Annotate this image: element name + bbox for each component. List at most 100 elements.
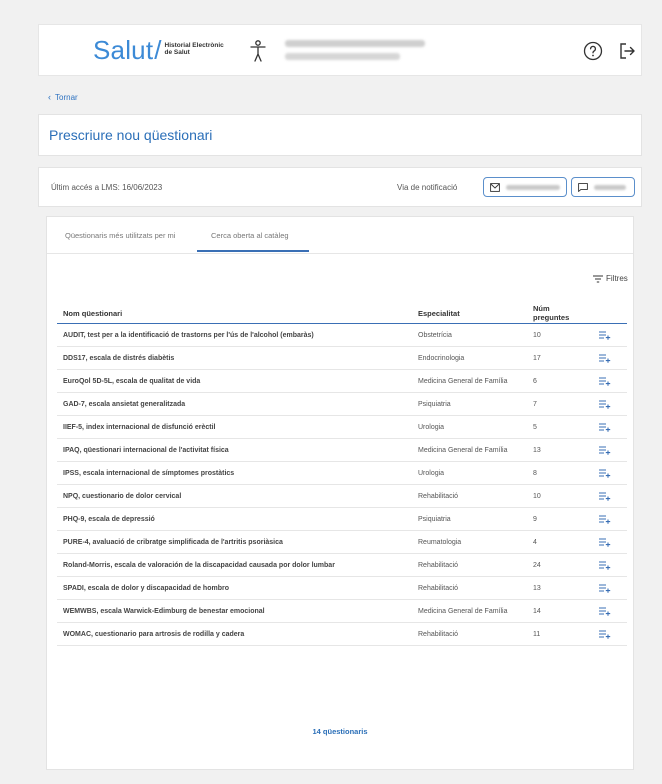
questionnaire-specialty: Psiquiatria	[412, 507, 527, 531]
patient-id-redacted	[285, 53, 400, 60]
chevron-left-icon: ‹	[48, 92, 51, 102]
logo-word: Salut	[93, 35, 154, 65]
add-to-list-icon[interactable]	[599, 606, 611, 616]
column-header-questions: Núm preguntes	[527, 303, 593, 324]
notification-label: Via de notificació	[397, 183, 458, 192]
questionnaire-question-count: 8	[527, 461, 593, 485]
tab-bar: Qüestionaris més utilitzats per mi Cerca…	[47, 217, 633, 254]
questionnaire-specialty: Rehabilitació	[412, 576, 527, 600]
add-questionnaire-cell	[593, 323, 627, 347]
questionnaire-name: EuroQol 5D-5L, escala de qualitat de vid…	[57, 369, 412, 393]
questionnaire-question-count: 6	[527, 369, 593, 393]
logo-subtitle: Historial Electrònic de Salut	[165, 42, 225, 63]
logout-icon[interactable]	[617, 41, 637, 61]
table-row: PURE-4, avaluació de cribratge simplific…	[57, 530, 627, 554]
add-to-list-icon[interactable]	[599, 583, 611, 593]
add-to-list-icon[interactable]	[599, 514, 611, 524]
table-row: AUDIT, test per a la identificació de tr…	[57, 323, 627, 347]
table-row: NPQ, cuestionario de dolor cervical Rehab…	[57, 484, 627, 508]
questionnaire-question-count: 14	[527, 599, 593, 623]
add-questionnaire-cell	[593, 622, 627, 646]
table-row: GAD-7, escala ansietat generalitzada Psiq…	[57, 392, 627, 416]
questionnaire-question-count: 4	[527, 530, 593, 554]
questionnaire-specialty: Psiquiatria	[412, 392, 527, 416]
add-to-list-icon[interactable]	[599, 330, 611, 340]
access-card: Últim accés a LMS: 16/06/2023 Via de not…	[38, 167, 642, 207]
mail-icon	[490, 183, 500, 192]
add-questionnaire-cell	[593, 346, 627, 370]
add-to-list-icon[interactable]	[599, 353, 611, 363]
questionnaire-question-count: 10	[527, 484, 593, 508]
last-access-text: Últim accés a LMS: 16/06/2023	[51, 183, 163, 192]
questionnaire-name: Roland-Morris, escala de valoración de l…	[57, 553, 412, 577]
add-to-list-icon[interactable]	[599, 491, 611, 501]
questionnaire-name: DDS17, escala de distrés diabètis	[57, 346, 412, 370]
table-row: WOMAC, cuestionario para artrosis de rod…	[57, 622, 627, 646]
table-row: IIEF-5, index internacional de disfunció…	[57, 415, 627, 439]
add-to-list-icon[interactable]	[599, 376, 611, 386]
add-questionnaire-cell	[593, 507, 627, 531]
column-header-action	[593, 303, 627, 324]
tab-most-used[interactable]: Qüestionaris més utilitzats per mi	[65, 231, 175, 240]
add-questionnaire-cell	[593, 369, 627, 393]
back-label: Tornar	[55, 92, 78, 102]
add-to-list-icon[interactable]	[599, 537, 611, 547]
add-questionnaire-cell	[593, 392, 627, 416]
questionnaire-name: IPSS, escala internacional de símptomes …	[57, 461, 412, 485]
patient-name-redacted	[285, 40, 425, 47]
questionnaire-question-count: 11	[527, 622, 593, 646]
table-row: DDS17, escala de distrés diabètis Endocri…	[57, 346, 627, 370]
questionnaire-name: WOMAC, cuestionario para artrosis de rod…	[57, 622, 412, 646]
add-to-list-icon[interactable]	[599, 468, 611, 478]
questionnaire-name: IPAQ, qüestionari internacional de l'act…	[57, 438, 412, 462]
phone-redacted	[594, 185, 626, 190]
questionnaire-specialty: Rehabilitació	[412, 553, 527, 577]
tab-open-search[interactable]: Cerca oberta al catàleg	[211, 231, 289, 240]
add-to-list-icon[interactable]	[599, 422, 611, 432]
questionnaire-specialty: Medicina General de Família	[412, 599, 527, 623]
questionnaire-name: SPADI, escala de dolor y discapacidad de…	[57, 576, 412, 600]
title-card: Prescriure nou qüestionari	[38, 114, 642, 156]
add-to-list-icon[interactable]	[599, 629, 611, 639]
questionnaire-question-count: 24	[527, 553, 593, 577]
salut-logo: Salut / Historial Electrònic de Salut	[93, 37, 225, 63]
add-questionnaire-cell	[593, 461, 627, 485]
questionnaire-name: PHQ-9, escala de depressió	[57, 507, 412, 531]
column-header-name: Nom qüestionari	[57, 303, 412, 324]
questionnaire-panel: Qüestionaris més utilitzats per mi Cerca…	[46, 216, 634, 770]
add-questionnaire-cell	[593, 484, 627, 508]
logo-subtitle-line2: de Salut	[164, 49, 190, 56]
add-questionnaire-cell	[593, 576, 627, 600]
notify-email-button[interactable]	[483, 177, 567, 197]
add-questionnaire-cell	[593, 438, 627, 462]
patient-person-icon	[250, 40, 266, 62]
questionnaire-question-count: 5	[527, 415, 593, 439]
questionnaire-question-count: 9	[527, 507, 593, 531]
add-questionnaire-cell	[593, 599, 627, 623]
logo-slash: /	[154, 35, 162, 65]
add-questionnaire-cell	[593, 530, 627, 554]
add-to-list-icon[interactable]	[599, 445, 611, 455]
questionnaire-specialty: Rehabilitació	[412, 484, 527, 508]
filter-icon	[593, 274, 603, 283]
questionnaire-specialty: Reumatologia	[412, 530, 527, 554]
questionnaire-name: WEMWBS, escala Warwick-Edimburg de benes…	[57, 599, 412, 623]
questionnaire-question-count: 10	[527, 323, 593, 347]
questionnaire-name: IIEF-5, index internacional de disfunció…	[57, 415, 412, 439]
filters-button[interactable]: Filtres	[593, 274, 628, 283]
notify-sms-button[interactable]	[571, 177, 635, 197]
column-header-specialty: Especialitat	[412, 303, 527, 324]
questionnaire-name: GAD-7, escala ansietat generalitzada	[57, 392, 412, 416]
add-to-list-icon[interactable]	[599, 560, 611, 570]
filters-label: Filtres	[606, 274, 628, 283]
app-shell: Salut / Historial Electrònic de Salut ‹ …	[38, 24, 642, 776]
questionnaire-question-count: 13	[527, 438, 593, 462]
table-row: Roland-Morris, escala de valoración de l…	[57, 553, 627, 577]
table-row: SPADI, escala de dolor y discapacidad de…	[57, 576, 627, 600]
add-to-list-icon[interactable]	[599, 399, 611, 409]
questionnaire-question-count: 7	[527, 392, 593, 416]
help-circle-icon[interactable]	[583, 41, 603, 61]
questionnaire-name: PURE-4, avaluació de cribratge simplific…	[57, 530, 412, 554]
back-link[interactable]: ‹ Tornar	[48, 92, 78, 102]
table-row: IPSS, escala internacional de símptomes …	[57, 461, 627, 485]
